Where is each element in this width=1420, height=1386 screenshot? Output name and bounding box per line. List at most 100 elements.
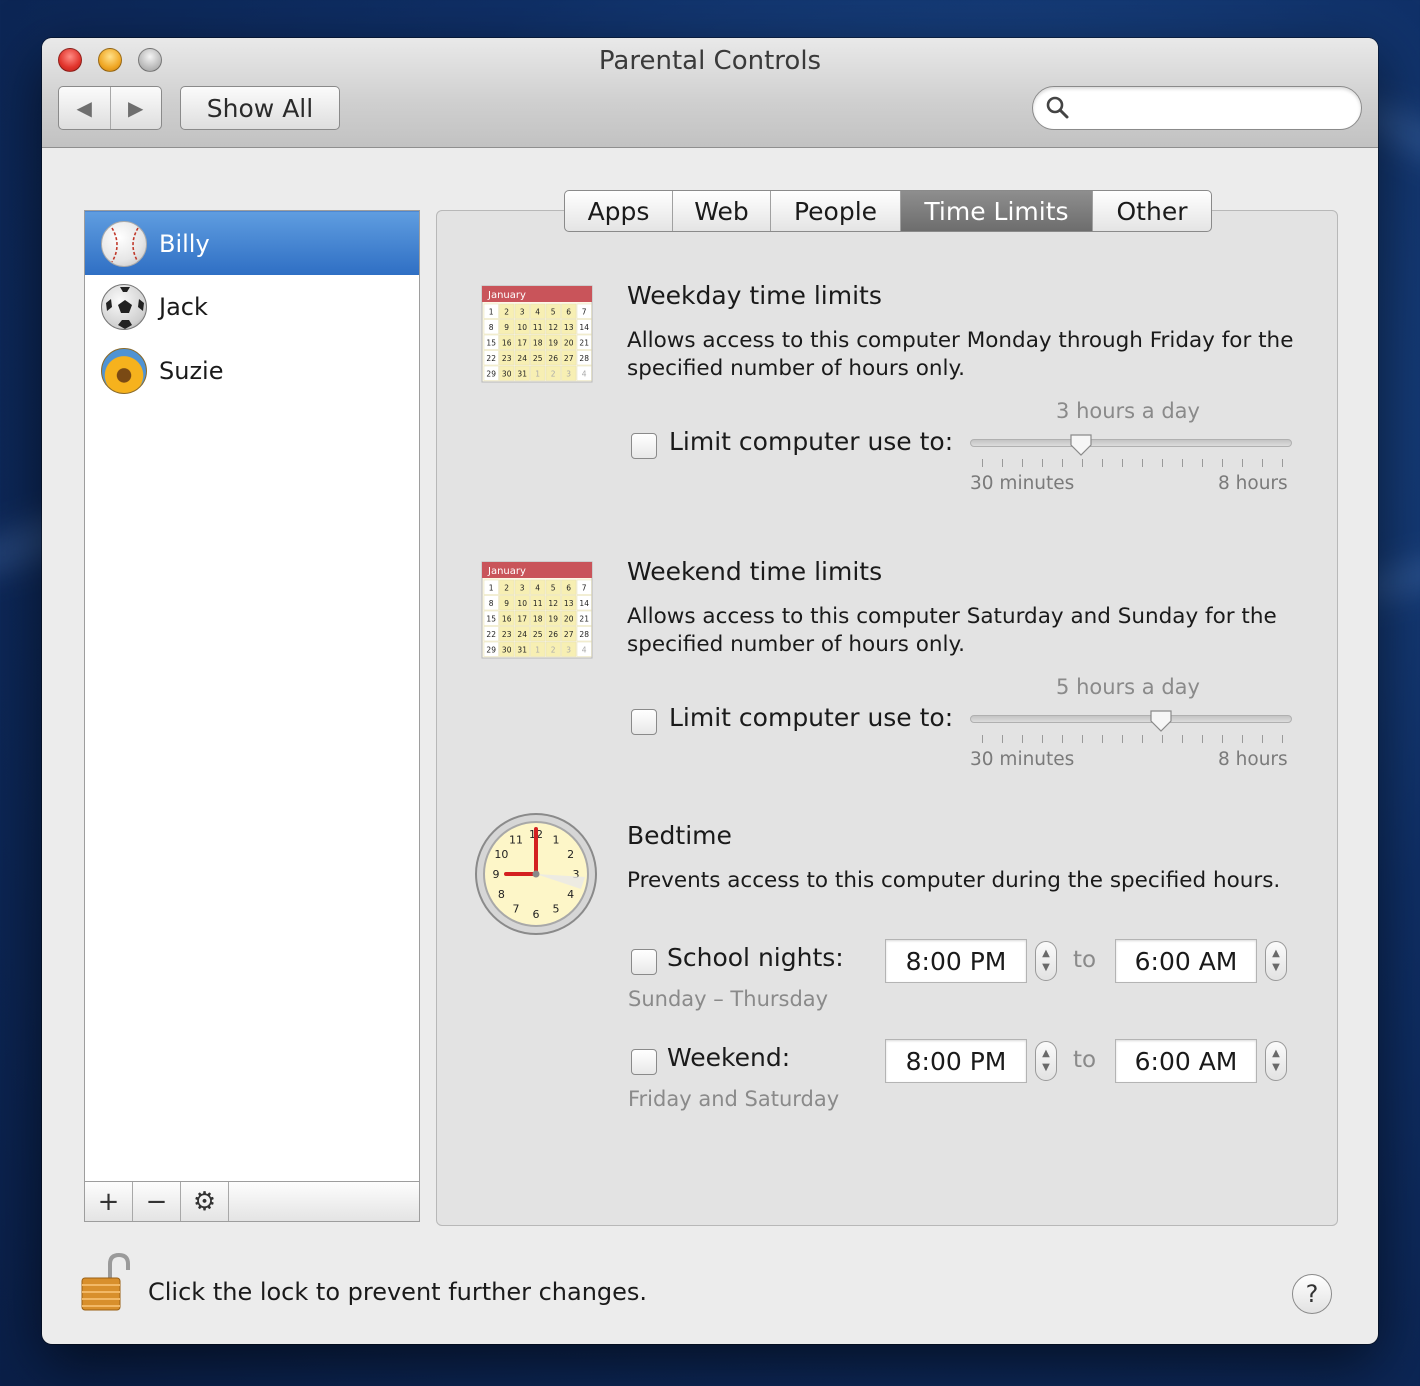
calendar-day: 25 [533, 630, 543, 639]
weekday-slider-thumb[interactable] [1069, 433, 1093, 457]
calendar-day: 3 [520, 584, 525, 593]
to-label: to [1073, 947, 1097, 973]
school-nights-from-stepper[interactable]: ▲ ▼ [1035, 941, 1057, 981]
calendar-day: 28 [579, 354, 589, 363]
search-input[interactable] [1079, 93, 1339, 123]
calendar-day: 17 [517, 339, 527, 348]
calendar-day: 18 [533, 339, 543, 348]
tab-time-limits[interactable]: Time Limits [901, 191, 1093, 231]
slider-tick [1042, 735, 1043, 743]
slider-tick [1182, 735, 1183, 743]
weekend-bedtime-checkbox[interactable] [631, 1049, 657, 1075]
weekend-slider-max: 8 hours [1218, 749, 1288, 770]
calendar-day: 29 [486, 370, 496, 379]
clock-number: 4 [567, 888, 574, 901]
user-item-suzie[interactable]: Suzie [85, 339, 419, 403]
weekday-limit-label: Limit computer use to: [669, 427, 954, 456]
weekend-slider-track[interactable] [970, 715, 1292, 723]
weekend-description: Allows access to this computer Saturday … [627, 604, 1277, 657]
calendar-day: 23 [502, 354, 512, 363]
slider-tick [1002, 459, 1003, 467]
slider-tick [1122, 459, 1123, 467]
search-field[interactable] [1032, 86, 1362, 130]
weekend-to-time[interactable]: 6:00 AM [1115, 1039, 1257, 1083]
calendar-day: 16 [502, 615, 512, 624]
calendar-day: 1 [535, 646, 540, 655]
calendar-day: 28 [579, 630, 589, 639]
clock-number: 2 [567, 848, 574, 861]
gear-icon[interactable]: ⚙ [181, 1182, 229, 1221]
calendar-day: 4 [535, 308, 540, 317]
calendar-icon: January1 2 3 4 5 6 78 9 10 11 12 13 1415 16 17 18 19 20 21… [481, 561, 593, 659]
weekday-description: Allows access to this computer Monday th… [627, 328, 1294, 381]
calendar-day: 10 [517, 599, 527, 608]
weekday-slider-track[interactable] [970, 439, 1292, 447]
clock-number: 6 [533, 908, 540, 921]
lock-icon[interactable] [80, 1252, 130, 1312]
weekend-to-stepper[interactable]: ▲ ▼ [1265, 1041, 1287, 1081]
tab-web[interactable]: Web [673, 191, 771, 231]
forward-arrow-icon[interactable]: ▶ [111, 87, 162, 129]
show-all-button[interactable]: Show All [180, 86, 340, 130]
baseball-icon [101, 220, 147, 267]
calendar-day: 7 [582, 584, 587, 593]
slider-tick [1062, 459, 1063, 467]
add-user-button[interactable]: + [85, 1182, 133, 1221]
calendar-day: 31 [517, 370, 527, 379]
calendar-day: 10 [517, 323, 527, 332]
tab-apps[interactable]: Apps [565, 191, 673, 231]
clock-number: 7 [513, 903, 520, 916]
school-nights-to-time[interactable]: 6:00 AM [1115, 939, 1257, 983]
slider-tick [982, 459, 983, 467]
calendar-day: 5 [551, 308, 556, 317]
calendar-day: 15 [486, 339, 496, 348]
tab-other[interactable]: Other [1093, 191, 1211, 231]
weekend-from-time[interactable]: 8:00 PM [885, 1039, 1027, 1083]
back-forward-control: ◀ ▶ [58, 86, 162, 130]
school-nights-to-stepper[interactable]: ▲ ▼ [1265, 941, 1287, 981]
slider-tick [1142, 459, 1143, 467]
bedtime-title: Bedtime [627, 821, 732, 850]
clock-icon: 121234567891011 [475, 813, 597, 935]
calendar-day: 14 [579, 323, 589, 332]
sunflower-icon [101, 348, 147, 394]
slider-tick [1122, 735, 1123, 743]
calendar-day: 19 [548, 339, 558, 348]
weekday-limit-checkbox[interactable] [631, 433, 657, 459]
clock-number: 9 [493, 868, 500, 881]
weekday-slider-max: 8 hours [1218, 473, 1288, 494]
calendar-day: 27 [564, 354, 574, 363]
calendar-day: 6 [566, 584, 571, 593]
school-nights-checkbox[interactable] [631, 949, 657, 975]
weekend-limit-label: Limit computer use to: [669, 703, 954, 732]
weekend-from-stepper[interactable]: ▲ ▼ [1035, 1041, 1057, 1081]
remove-user-button[interactable]: − [133, 1182, 181, 1221]
weekend-bedtime-days: Friday and Saturday [628, 1087, 840, 1111]
calendar-month: January [487, 290, 526, 301]
calendar-day: 15 [486, 615, 496, 624]
user-item-billy[interactable]: Billy [85, 211, 419, 275]
slider-tick [1242, 459, 1243, 467]
search-icon [1046, 96, 1069, 119]
calendar-day: 13 [564, 599, 574, 608]
calendar-day: 3 [520, 308, 525, 317]
slider-tick [1102, 459, 1103, 467]
back-arrow-icon[interactable]: ◀ [59, 87, 111, 129]
calendar-day: 20 [564, 339, 574, 348]
calendar-day: 29 [486, 646, 496, 655]
weekend-slider-thumb[interactable] [1149, 709, 1173, 733]
lock-status-text: Click the lock to prevent further change… [148, 1278, 648, 1306]
user-item-jack[interactable]: Jack [85, 275, 419, 339]
tab-people[interactable]: People [771, 191, 901, 231]
calendar-day: 20 [564, 615, 574, 624]
calendar-day: 9 [504, 323, 509, 332]
school-nights-from-time[interactable]: 8:00 PM [885, 939, 1027, 983]
slider-tick [1262, 735, 1263, 743]
parental-controls-window: Parental Controls ◀ ▶ Show All Billy Jac… [42, 38, 1378, 1344]
calendar-day: 23 [502, 630, 512, 639]
help-button[interactable]: ? [1292, 1274, 1332, 1314]
calendar-day: 4 [582, 646, 587, 655]
slider-tick [1062, 735, 1063, 743]
user-name: Jack [159, 293, 208, 321]
weekend-limit-checkbox[interactable] [631, 709, 657, 735]
